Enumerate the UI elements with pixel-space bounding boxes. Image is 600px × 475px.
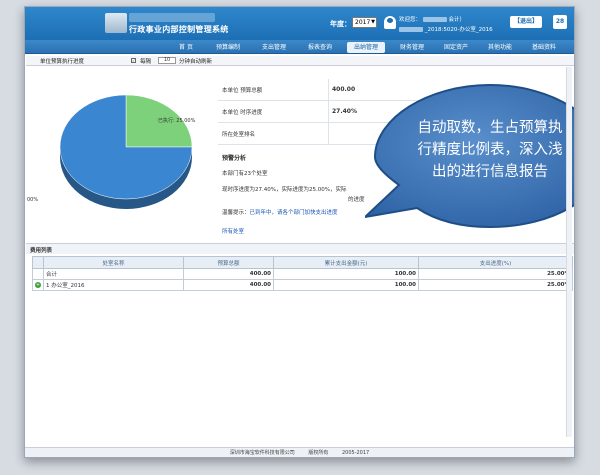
nav-item-finance[interactable]: 财务管理 — [393, 42, 431, 53]
pie-label-remaining: 00% — [27, 197, 39, 203]
chevron-down-icon: ▼ — [371, 19, 375, 25]
analysis-line: 的进度 — [348, 197, 365, 203]
user-org-text: _2018:5020-办公室_2016 — [399, 25, 493, 33]
row-spent: 100.00 — [273, 279, 419, 291]
callout-text: 自动取数，生占预算执 行精度比例表，深入浅 出的进行信息报告 — [399, 117, 574, 183]
pie-svg — [59, 94, 193, 209]
alert-line: 温馨提示：已到年中，请各个部门加快支出进度 — [222, 208, 338, 216]
row-budget: 400.00 — [183, 268, 274, 280]
row-progress: 25.00% — [418, 268, 573, 280]
nav-item-other[interactable]: 其他功能 — [481, 42, 519, 53]
nav-item-budget[interactable]: 预算编制 — [209, 42, 247, 53]
footer-company: 深圳市海宝软件科技有限公司 — [229, 450, 295, 456]
info-key: 本单位 时序进度 — [222, 110, 263, 116]
footer-rights: 版权所有 — [308, 450, 329, 456]
pie-label-executed: 已执行: 25.00% — [158, 118, 196, 124]
table-row-total: 合计 400.00 100.00 25.00% — [32, 268, 573, 280]
welcome-text: 欢迎您： 会计） — [399, 15, 465, 23]
callout-line: 自动取数，生占预算执 — [417, 120, 563, 136]
alert-link[interactable]: 已到年中，请各个部门加快支出进度 — [250, 210, 338, 216]
refresh-suffix-label: 分钟自动刷新 — [179, 59, 213, 65]
analysis-line: 本部门有23个处室 — [222, 171, 268, 177]
notification-badge[interactable]: 28 — [553, 15, 567, 29]
analysis-title: 预警分析 — [222, 155, 247, 162]
info-value: 400.00 — [332, 86, 356, 93]
col-spent[interactable]: 累计支出金额(元) — [273, 256, 419, 269]
table-row[interactable]: + 1 办公室_2016 400.00 100.00 25.00% — [32, 279, 573, 291]
row-index — [32, 268, 44, 280]
nav-item-home[interactable]: 首 页 — [172, 42, 200, 53]
nav-item-expense[interactable]: 支出管理 — [255, 42, 293, 53]
welcome-label: 欢迎您： — [399, 17, 422, 23]
table-header-row: 处室名称 预算总额 累计支出金额(元) 支出进度(%) — [32, 256, 573, 269]
toolbar-title: 单位预算执行进度 — [40, 59, 85, 65]
row-name: 合计 — [43, 268, 184, 280]
user-icon — [384, 16, 396, 29]
every-label: 每隔 — [140, 59, 152, 65]
year-value: 2017 — [355, 19, 371, 26]
row-index-cell: + — [32, 279, 44, 291]
row-budget: 400.00 — [183, 279, 274, 291]
auto-refresh-checkbox[interactable]: ✓ — [131, 58, 136, 63]
nav-item-reports[interactable]: 报表查询 — [301, 42, 339, 53]
analysis-line: 现时序进度为27.40%，实际进度为25.00%，实际 — [222, 187, 347, 193]
info-key: 本单位 预算总额 — [222, 88, 263, 94]
col-budget[interactable]: 预算总额 — [183, 256, 274, 269]
col-department[interactable]: 处室名称 — [43, 256, 184, 269]
welcome-role: 会计） — [448, 17, 466, 23]
callout-bubble: 自动取数，生占预算执 行精度比例表，深入浅 出的进行信息报告 — [365, 77, 574, 235]
callout-line: 行精度比例表，深入浅 — [417, 142, 563, 158]
row-progress: 25.00% — [418, 279, 573, 291]
row-name-text: 办公室_2016 — [51, 283, 85, 289]
year-label: 年度： — [330, 20, 351, 28]
cost-list-title: 费用列表 — [26, 243, 574, 254]
expand-icon[interactable]: + — [35, 282, 41, 288]
app-window: 行政事业内部控制管理系统 年度： 2017 ▼ 欢迎您： 会计） _2018:5… — [24, 6, 575, 458]
cost-table: 处室名称 预算总额 累计支出金额(元) 支出进度(%) 合计 400.00 10… — [32, 256, 573, 291]
redacted-username — [422, 17, 447, 22]
callout-line: 出的进行信息报告 — [432, 164, 548, 180]
refresh-toolbar: 单位预算执行进度 ✓ 每隔 10 分钟自动刷新 — [26, 56, 574, 66]
col-index — [32, 256, 44, 269]
row-index: 1 — [46, 283, 50, 289]
header-bar: 行政事业内部控制管理系统 年度： 2017 ▼ 欢迎您： 会计） _2018:5… — [25, 7, 574, 40]
execution-pie-chart: 已执行: 25.00% 00% — [26, 67, 214, 237]
logo-icon — [105, 13, 127, 33]
footer: 深圳市海宝软件科技有限公司 版权所有 2005-2017 — [25, 447, 574, 457]
col-progress[interactable]: 支出进度(%) — [418, 256, 573, 269]
user-org-line: _2018:5020-办公室_2016 — [424, 27, 493, 33]
row-spent: 100.00 — [273, 268, 419, 280]
app-title: 行政事业内部控制管理系统 — [129, 25, 229, 34]
year-select[interactable]: 2017 ▼ — [352, 17, 377, 28]
info-value: 27.40% — [332, 108, 357, 115]
nav-item-cashier[interactable]: 出纳管理 — [347, 42, 385, 53]
info-key: 所在处室排名 — [222, 132, 256, 138]
logo-banner — [129, 13, 215, 22]
all-departments-link[interactable]: 所有处室 — [222, 227, 244, 235]
nav-item-basedata[interactable]: 基础资料 — [525, 42, 563, 53]
alert-prefix: 温馨提示： — [222, 210, 250, 216]
refresh-interval-input[interactable]: 10 — [158, 57, 176, 64]
redacted-org — [399, 27, 423, 32]
vertical-scrollbar[interactable] — [566, 67, 572, 437]
main-nav: 首 页 预算编制 支出管理 报表查询 出纳管理 财务管理 固定资产 其他功能 基… — [25, 40, 574, 54]
row-name: 1 办公室_2016 — [43, 279, 184, 291]
logout-button[interactable]: 【退出】 — [510, 16, 542, 28]
nav-item-assets[interactable]: 固定资产 — [437, 42, 475, 53]
footer-years: 2005-2017 — [341, 450, 370, 456]
